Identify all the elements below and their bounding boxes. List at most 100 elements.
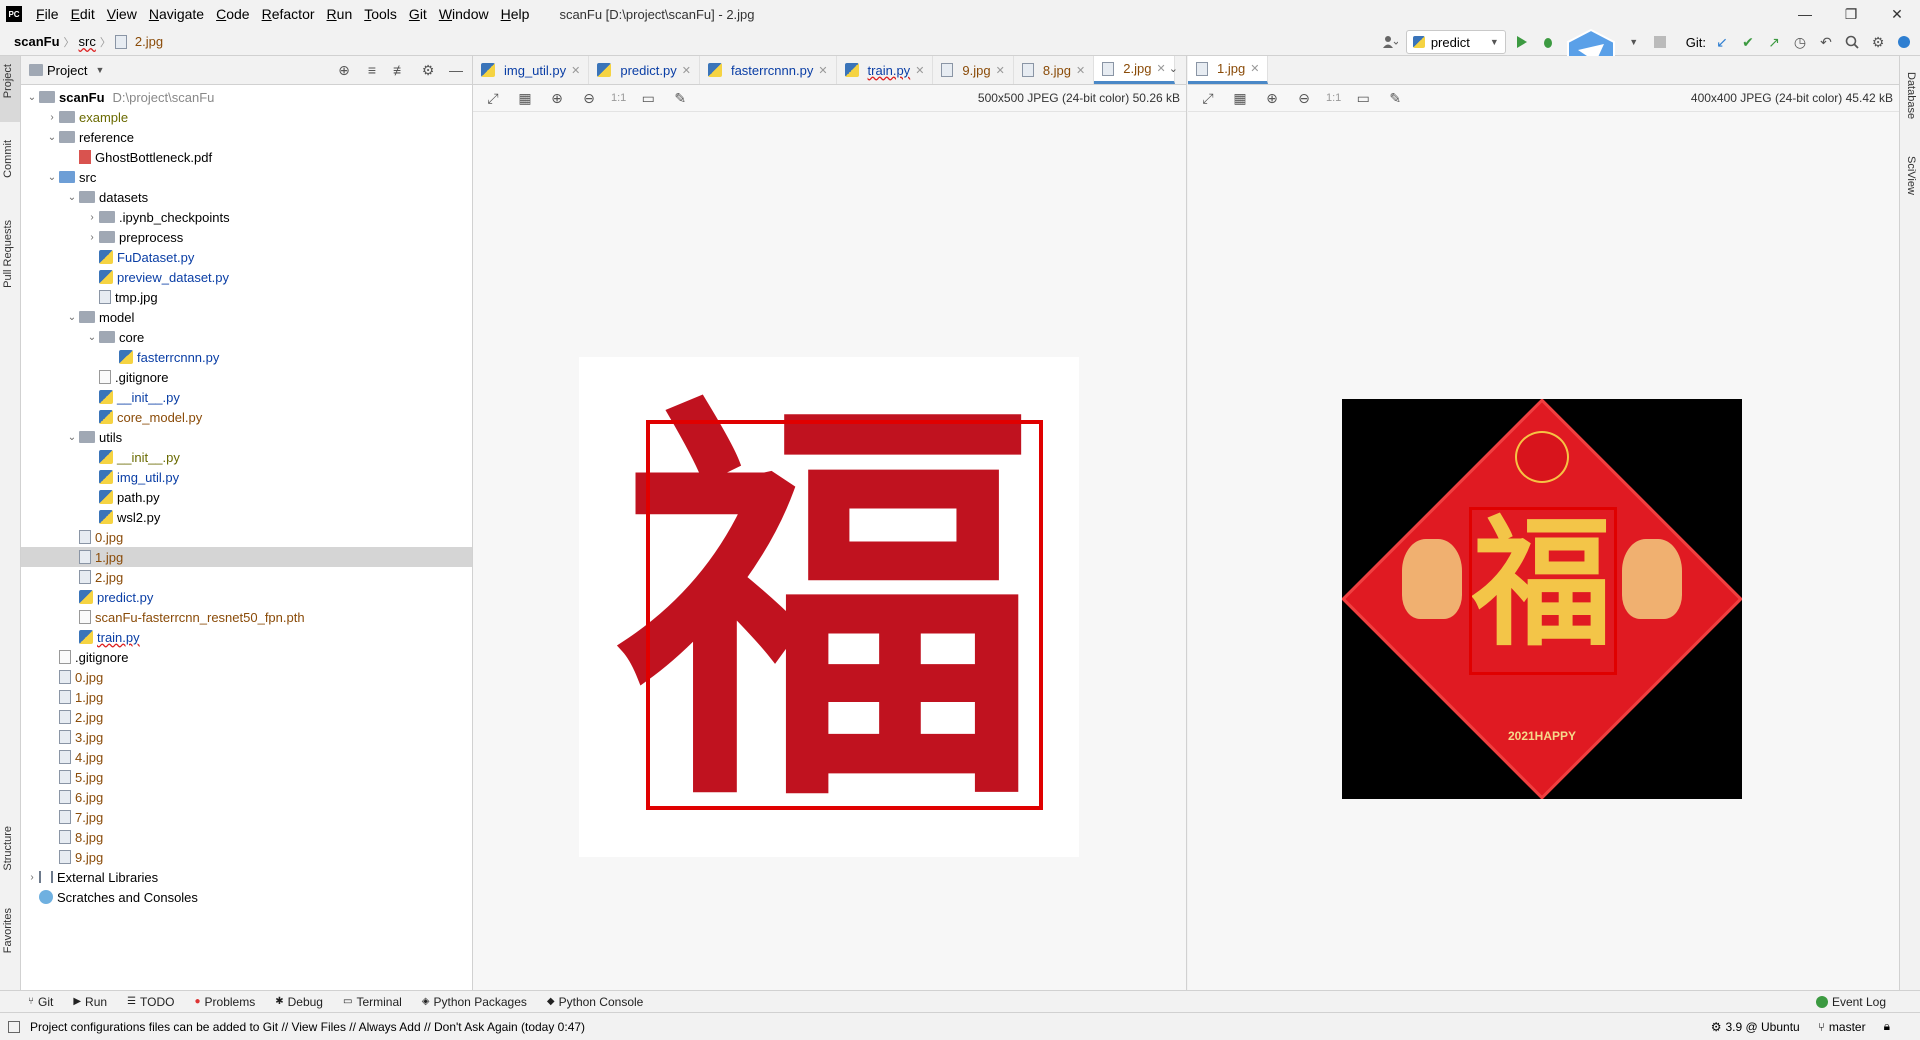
- actual-size-button[interactable]: 1:1: [611, 92, 626, 104]
- close-tab-icon[interactable]: ✕: [1076, 64, 1085, 77]
- close-window-button[interactable]: ✕: [1874, 0, 1920, 28]
- tool-window-terminal[interactable]: ▭ Terminal: [333, 995, 412, 1009]
- tool-tab-commit[interactable]: Commit: [2, 140, 14, 178]
- tree-item[interactable]: predict.py: [21, 587, 472, 607]
- tree-item[interactable]: › External Libraries: [21, 867, 472, 887]
- lock-icon[interactable]: 🔒︎: [1884, 1019, 1890, 1034]
- chevron-down-icon[interactable]: ⌄: [25, 92, 39, 103]
- color-picker-icon[interactable]: ✎: [670, 88, 690, 108]
- chevron-right-icon[interactable]: ›: [45, 112, 59, 123]
- tool-tab-database[interactable]: Database: [1905, 72, 1917, 119]
- tree-item[interactable]: 5.jpg: [21, 767, 472, 787]
- tree-item[interactable]: scanFu-fasterrcnn_resnet50_fpn.pth: [21, 607, 472, 627]
- grid-icon[interactable]: ▦: [1230, 88, 1250, 108]
- tree-item[interactable]: 8.jpg: [21, 827, 472, 847]
- grid-icon[interactable]: ▦: [515, 88, 535, 108]
- zoom-in-icon[interactable]: ⊕: [547, 88, 567, 108]
- close-tab-icon[interactable]: ✕: [682, 64, 691, 77]
- tree-item[interactable]: ⌄ datasets: [21, 187, 472, 207]
- git-push-icon[interactable]: ↗: [1764, 32, 1784, 52]
- menu-window[interactable]: Window: [433, 0, 495, 28]
- tool-window-python-console[interactable]: ◆ Python Console: [537, 995, 653, 1009]
- tree-item[interactable]: img_util.py: [21, 467, 472, 487]
- fit-to-window-icon[interactable]: ⤢: [1198, 88, 1218, 108]
- menu-refactor[interactable]: Refactor: [256, 0, 321, 28]
- tree-item[interactable]: ⌄ reference: [21, 127, 472, 147]
- tool-window-python-packages[interactable]: ◈ Python Packages: [412, 995, 537, 1009]
- tool-window-todo[interactable]: ☰ TODO: [117, 995, 184, 1009]
- tree-item[interactable]: 3.jpg: [21, 727, 472, 747]
- editor-tab[interactable]: 9.jpg ✕: [933, 56, 1014, 84]
- ide-features-icon[interactable]: [1894, 32, 1914, 52]
- tab-list-chevron-icon[interactable]: ⌄: [1169, 62, 1178, 75]
- close-tab-icon[interactable]: ✕: [571, 64, 580, 77]
- editor-tab[interactable]: 1.jpg ✕: [1188, 56, 1269, 84]
- git-history-icon[interactable]: ◷: [1790, 32, 1810, 52]
- chevron-down-icon[interactable]: ⌄: [45, 172, 59, 183]
- tree-item[interactable]: 0.jpg: [21, 527, 472, 547]
- chevron-right-icon[interactable]: ›: [85, 232, 99, 243]
- tree-item[interactable]: GhostBottleneck.pdf: [21, 147, 472, 167]
- tree-item[interactable]: .gitignore: [21, 647, 472, 667]
- tree-item[interactable]: ⌄ model: [21, 307, 472, 327]
- tree-item[interactable]: .gitignore: [21, 367, 472, 387]
- close-tab-icon[interactable]: ✕: [915, 64, 924, 77]
- tool-tab-pull-requests[interactable]: Pull Requests: [2, 220, 14, 288]
- settings-gear-icon[interactable]: ⚙: [1868, 32, 1888, 52]
- tree-item[interactable]: wsl2.py: [21, 507, 472, 527]
- minimize-button[interactable]: —: [1782, 0, 1828, 28]
- tree-item[interactable]: __init__.py: [21, 387, 472, 407]
- tree-item[interactable]: › example: [21, 107, 472, 127]
- editor-tab[interactable]: 2.jpg ✕: [1094, 56, 1175, 84]
- close-tab-icon[interactable]: ✕: [1250, 62, 1259, 75]
- menu-file[interactable]: File: [30, 0, 65, 28]
- menu-run[interactable]: Run: [321, 0, 359, 28]
- menu-code[interactable]: Code: [210, 0, 255, 28]
- git-branch-widget[interactable]: ⑂ master: [1818, 1020, 1866, 1034]
- editor-tab[interactable]: predict.py ✕: [589, 56, 700, 84]
- tool-tab-favorites[interactable]: Favorites: [2, 908, 14, 953]
- tree-item[interactable]: 2.jpg: [21, 707, 472, 727]
- tree-item[interactable]: ⌄ scanFu D:\project\scanFu: [21, 87, 472, 107]
- tree-item[interactable]: 1.jpg: [21, 547, 472, 567]
- menu-help[interactable]: Help: [495, 0, 536, 28]
- tool-window-problems[interactable]: ● Problems: [184, 995, 265, 1009]
- color-picker-icon[interactable]: ✎: [1385, 88, 1405, 108]
- tree-item[interactable]: 9.jpg: [21, 847, 472, 867]
- chevron-right-icon[interactable]: ›: [25, 872, 39, 883]
- tree-item[interactable]: preview_dataset.py: [21, 267, 472, 287]
- tree-item[interactable]: core_model.py: [21, 407, 472, 427]
- tree-item[interactable]: 2.jpg: [21, 567, 472, 587]
- chevron-down-icon[interactable]: ▼: [95, 65, 104, 75]
- tree-item[interactable]: FuDataset.py: [21, 247, 472, 267]
- stop-icon[interactable]: [1650, 32, 1670, 52]
- fit-to-window-icon[interactable]: ⤢: [483, 88, 503, 108]
- tree-item[interactable]: › .ipynb_checkpoints: [21, 207, 472, 227]
- zoom-in-icon[interactable]: ⊕: [1262, 88, 1282, 108]
- git-update-icon[interactable]: ↙: [1712, 32, 1732, 52]
- expand-all-icon[interactable]: ≡: [362, 60, 382, 80]
- tree-item[interactable]: train.py: [21, 627, 472, 647]
- menu-git[interactable]: Git: [403, 0, 433, 28]
- debug-icon[interactable]: [1538, 32, 1558, 52]
- editor-tab[interactable]: fasterrcnnn.py ✕: [700, 56, 837, 84]
- tree-item[interactable]: ⌄ core: [21, 327, 472, 347]
- run-configuration-select[interactable]: predict ▼: [1405, 30, 1506, 54]
- chevron-down-icon[interactable]: ⌄: [65, 312, 79, 323]
- zoom-out-icon[interactable]: ⊖: [1294, 88, 1314, 108]
- chevron-down-icon[interactable]: ⌄: [65, 192, 79, 203]
- tree-item[interactable]: fasterrcnnn.py: [21, 347, 472, 367]
- breadcrumb-file[interactable]: 2.jpg: [131, 34, 167, 49]
- menu-navigate[interactable]: Navigate: [143, 0, 210, 28]
- menu-tools[interactable]: Tools: [358, 0, 403, 28]
- tool-tab-project[interactable]: Project: [2, 64, 14, 98]
- editor-tab[interactable]: img_util.py ✕: [473, 56, 590, 84]
- more-run-options-icon[interactable]: ▼: [1624, 32, 1644, 52]
- background-icon[interactable]: ▭: [638, 88, 658, 108]
- tree-item[interactable]: path.py: [21, 487, 472, 507]
- tree-item[interactable]: 6.jpg: [21, 787, 472, 807]
- actual-size-button[interactable]: 1:1: [1326, 92, 1341, 104]
- breadcrumb-project[interactable]: scanFu: [10, 34, 64, 49]
- event-log-button[interactable]: Event Log: [1806, 995, 1896, 1009]
- editor-tab[interactable]: train.py ✕: [837, 56, 934, 84]
